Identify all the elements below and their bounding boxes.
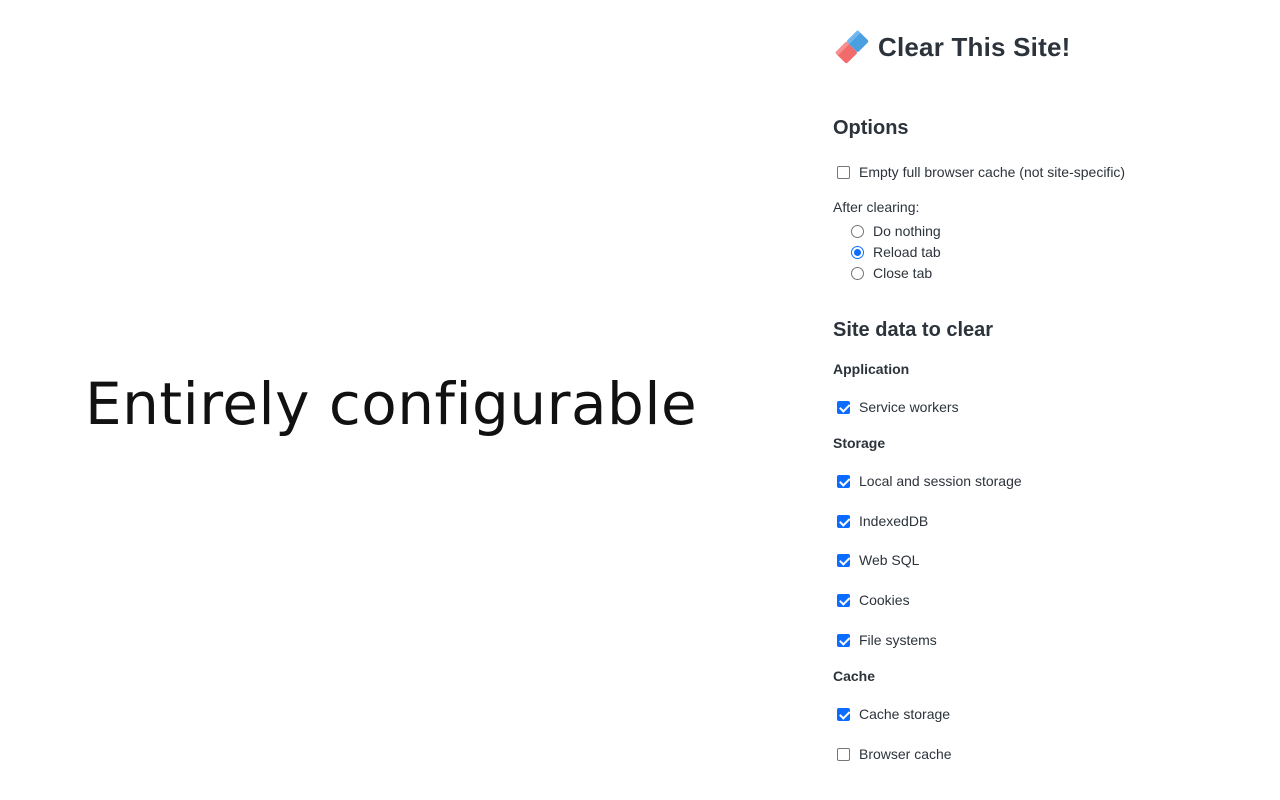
file-systems-option[interactable]: File systems xyxy=(837,631,937,649)
indexeddb-checkbox[interactable] xyxy=(837,514,850,528)
tagline: Entirely configurable xyxy=(85,370,698,438)
after-clearing-reload-tab[interactable]: Reload tab xyxy=(851,243,941,261)
file-systems-checkbox[interactable] xyxy=(837,633,850,647)
empty-cache-checkbox[interactable] xyxy=(837,165,850,179)
empty-cache-option[interactable]: Empty full browser cache (not site-speci… xyxy=(837,163,1125,181)
indexeddb-label: IndexedDB xyxy=(859,513,929,529)
web-sql-label: Web SQL xyxy=(859,552,920,568)
after-clearing-do-nothing[interactable]: Do nothing xyxy=(851,222,941,240)
cookies-option[interactable]: Cookies xyxy=(837,591,910,609)
cache-storage-label: Cache storage xyxy=(859,706,951,722)
indexeddb-option[interactable]: IndexedDB xyxy=(837,512,928,530)
app-header: Clear This Site! xyxy=(833,27,1070,67)
cache-storage-checkbox[interactable] xyxy=(837,707,850,721)
local-session-storage-option[interactable]: Local and session storage xyxy=(837,472,1022,490)
web-sql-option[interactable]: Web SQL xyxy=(837,551,919,569)
settings-panel: Clear This Site! Options Empty full brow… xyxy=(833,0,1263,800)
browser-cache-checkbox[interactable] xyxy=(837,747,850,761)
storage-heading: Storage xyxy=(833,435,886,451)
cookies-checkbox[interactable] xyxy=(837,593,850,607)
cache-heading: Cache xyxy=(833,668,876,684)
empty-cache-label: Empty full browser cache (not site-speci… xyxy=(859,164,1126,180)
reload-tab-label: Reload tab xyxy=(873,244,941,260)
local-session-storage-label: Local and session storage xyxy=(859,473,1022,489)
cookies-label: Cookies xyxy=(859,592,910,608)
file-systems-label: File systems xyxy=(859,632,937,648)
browser-cache-option[interactable]: Browser cache xyxy=(837,745,952,763)
reload-tab-radio[interactable] xyxy=(851,245,864,259)
browser-cache-label: Browser cache xyxy=(859,746,952,762)
eraser-icon xyxy=(835,30,869,64)
local-session-storage-checkbox[interactable] xyxy=(837,474,850,488)
close-tab-radio[interactable] xyxy=(851,266,864,280)
options-heading: Options xyxy=(833,117,909,139)
app-title: Clear This Site! xyxy=(878,31,1071,62)
service-workers-checkbox[interactable] xyxy=(837,400,850,414)
cache-storage-option[interactable]: Cache storage xyxy=(837,705,950,723)
after-clearing-close-tab[interactable]: Close tab xyxy=(851,264,932,282)
after-clearing-label: After clearing: xyxy=(833,199,920,215)
do-nothing-radio[interactable] xyxy=(851,224,864,238)
web-sql-checkbox[interactable] xyxy=(837,553,850,567)
service-workers-option[interactable]: Service workers xyxy=(837,398,959,416)
application-heading: Application xyxy=(833,361,910,377)
close-tab-label: Close tab xyxy=(873,265,933,281)
site-data-heading: Site data to clear xyxy=(833,319,994,341)
service-workers-label: Service workers xyxy=(859,399,959,415)
do-nothing-label: Do nothing xyxy=(873,223,941,239)
